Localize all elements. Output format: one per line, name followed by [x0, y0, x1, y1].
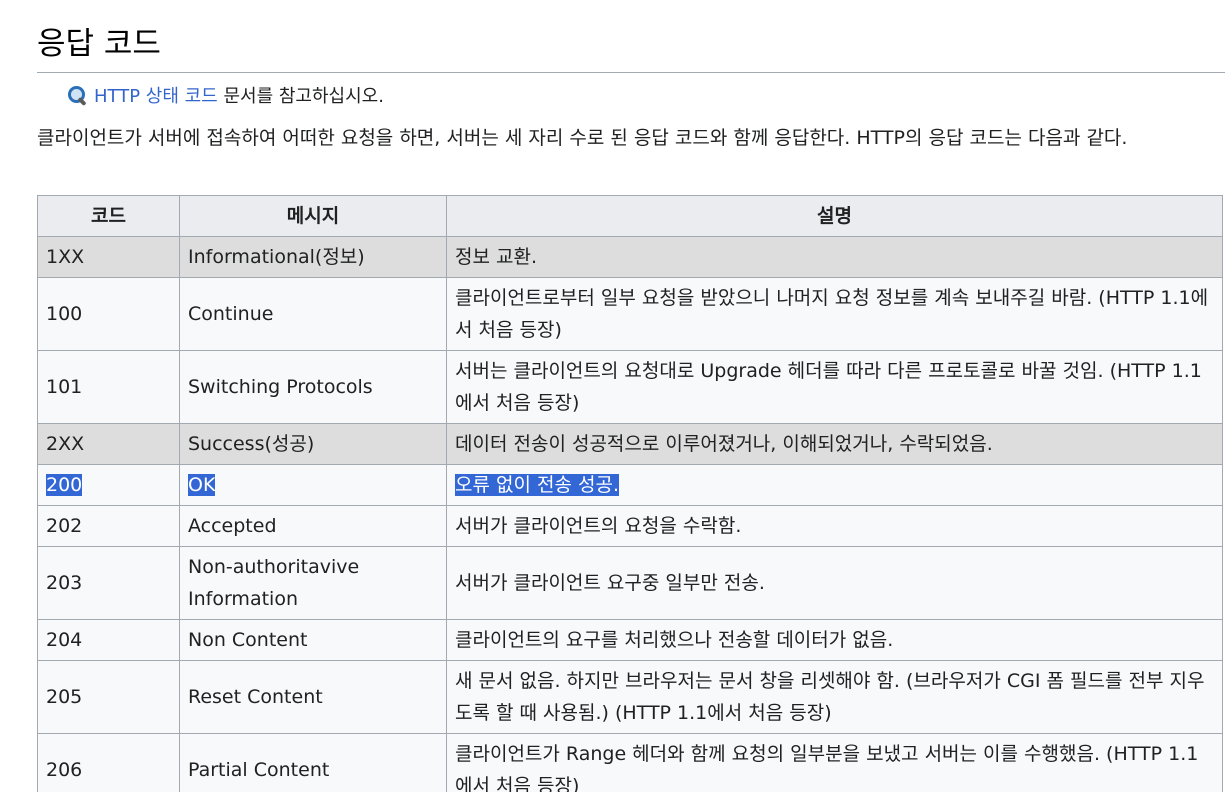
table-row: 100 Continue 클라이언트로부터 일부 요청을 받았으니 나머지 요청… [37, 277, 1223, 351]
code-text: 204 [46, 629, 83, 651]
code-text: 203 [46, 572, 83, 594]
code-cell: 1XX [37, 236, 180, 278]
article-page: 응답 코드 HTTP 상태 코드 문서를 참고하십시오. 클라이언트가 서버에 … [0, 0, 1225, 792]
hatnote: HTTP 상태 코드 문서를 참고하십시오. [66, 84, 384, 110]
selected-description-text[interactable]: 오류 없이 전송 성공. [455, 474, 619, 496]
table-row: 1XX Informational(정보) 정보 교환. [37, 236, 1223, 278]
code-cell: 206 [37, 733, 180, 792]
description-cell: 데이터 전송이 성공적으로 이루어졌거나, 이해되었거나, 수락되었음. [446, 423, 1223, 465]
description-cell: 정보 교환. [446, 236, 1223, 278]
message-text: Reset Content [188, 686, 323, 708]
description-text: 클라이언트가 Range 헤더와 함께 요청의 일부분을 보냈고 서버는 이를 … [455, 743, 1199, 792]
description-text: 서버가 클라이언트의 요청을 수락함. [455, 515, 742, 537]
message-text: Accepted [188, 515, 277, 537]
code-cell: 205 [37, 660, 180, 734]
description-cell: 클라이언트가 Range 헤더와 함께 요청의 일부분을 보냈고 서버는 이를 … [446, 733, 1223, 792]
code-cell: 101 [37, 350, 180, 424]
description-cell: 서버가 클라이언트 요구중 일부만 전송. [446, 546, 1223, 620]
code-cell: 204 [37, 619, 180, 661]
message-cell: Success(성공) [179, 423, 447, 465]
message-cell: Switching Protocols [179, 350, 447, 424]
code-text: 1XX [46, 246, 85, 268]
message-text: Continue [188, 303, 274, 325]
response-code-table: 코드 메시지 설명 1XX Informational(정보) 정보 교환. 1… [37, 195, 1223, 792]
description-text: 새 문서 없음. 하지만 브라우저는 문서 창을 리셋해야 함. (브라우저가 … [455, 670, 1205, 724]
message-cell: OK [179, 464, 447, 506]
description-cell: 오류 없이 전송 성공. [446, 464, 1223, 506]
hatnote-suffix: 문서를 참고하십시오. [217, 86, 384, 107]
message-cell: Continue [179, 277, 447, 351]
message-text: Switching Protocols [188, 376, 373, 398]
table-row: 202 Accepted 서버가 클라이언트의 요청을 수락함. [37, 505, 1223, 547]
selected-code-text[interactable]: 200 [46, 474, 83, 496]
http-status-code-link[interactable]: HTTP 상태 코드 [94, 86, 218, 107]
heading-divider [37, 72, 1225, 73]
description-text: 클라이언트의 요구를 처리했으나 전송할 데이터가 없음. [455, 629, 894, 651]
description-cell: 클라이언트로부터 일부 요청을 받았으니 나머지 요청 정보를 계속 보내주길 … [446, 277, 1223, 351]
message-cell: Non-authoritavive Information [179, 546, 447, 620]
section-heading: 응답 코드 [37, 26, 161, 62]
message-text: Non Content [188, 629, 308, 651]
header-description: 설명 [446, 195, 1223, 237]
intro-paragraph: 클라이언트가 서버에 접속하여 어떠한 요청을 하면, 서버는 세 자리 수로 … [37, 127, 1128, 149]
code-text: 101 [46, 376, 83, 398]
description-text: 데이터 전송이 성공적으로 이루어졌거나, 이해되었거나, 수락되었음. [455, 433, 993, 455]
table-row: 204 Non Content 클라이언트의 요구를 처리했으나 전송할 데이터… [37, 619, 1223, 661]
selected-message-text[interactable]: OK [188, 474, 216, 496]
table-row: 206 Partial Content 클라이언트가 Range 헤더와 함께 … [37, 733, 1223, 792]
code-text: 206 [46, 759, 83, 781]
code-cell: 202 [37, 505, 180, 547]
code-cell: 100 [37, 277, 180, 351]
message-text: Success(성공) [188, 433, 315, 455]
description-cell: 서버가 클라이언트의 요청을 수락함. [446, 505, 1223, 547]
description-cell: 서버는 클라이언트의 요청대로 Upgrade 헤더를 따라 다른 프로토콜로 … [446, 350, 1223, 424]
code-text: 100 [46, 303, 83, 325]
message-cell: Informational(정보) [179, 236, 447, 278]
table-header-row: 코드 메시지 설명 [37, 195, 1223, 237]
magnifier-icon [66, 84, 88, 107]
code-cell: 2XX [37, 423, 180, 465]
message-text: Non-authoritavive Information [188, 556, 360, 610]
code-text: 205 [46, 686, 83, 708]
message-cell: Partial Content [179, 733, 447, 792]
code-cell: 203 [37, 546, 180, 620]
table-row: 2XX Success(성공) 데이터 전송이 성공적으로 이루어졌거나, 이해… [37, 423, 1223, 465]
description-cell: 클라이언트의 요구를 처리했으나 전송할 데이터가 없음. [446, 619, 1223, 661]
description-text: 서버는 클라이언트의 요청대로 Upgrade 헤더를 따라 다른 프로토콜로 … [455, 360, 1202, 414]
code-cell: 200 [37, 464, 180, 506]
table-row-selected: 200 OK 오류 없이 전송 성공. [37, 464, 1223, 506]
table-row: 101 Switching Protocols 서버는 클라이언트의 요청대로 … [37, 350, 1223, 424]
message-cell: Accepted [179, 505, 447, 547]
message-cell: Reset Content [179, 660, 447, 734]
description-text: 정보 교환. [455, 246, 537, 268]
description-cell: 새 문서 없음. 하지만 브라우저는 문서 창을 리셋해야 함. (브라우저가 … [446, 660, 1223, 734]
table-row: 205 Reset Content 새 문서 없음. 하지만 브라우저는 문서 … [37, 660, 1223, 734]
message-text: Informational(정보) [188, 246, 365, 268]
table-row: 203 Non-authoritavive Information 서버가 클라… [37, 546, 1223, 620]
message-cell: Non Content [179, 619, 447, 661]
description-text: 서버가 클라이언트 요구중 일부만 전송. [455, 572, 765, 594]
description-text: 클라이언트로부터 일부 요청을 받았으니 나머지 요청 정보를 계속 보내주길 … [455, 287, 1209, 341]
header-code: 코드 [37, 195, 180, 237]
message-text: Partial Content [188, 759, 330, 781]
code-text: 202 [46, 515, 83, 537]
header-message: 메시지 [179, 195, 447, 237]
code-text: 2XX [46, 433, 85, 455]
